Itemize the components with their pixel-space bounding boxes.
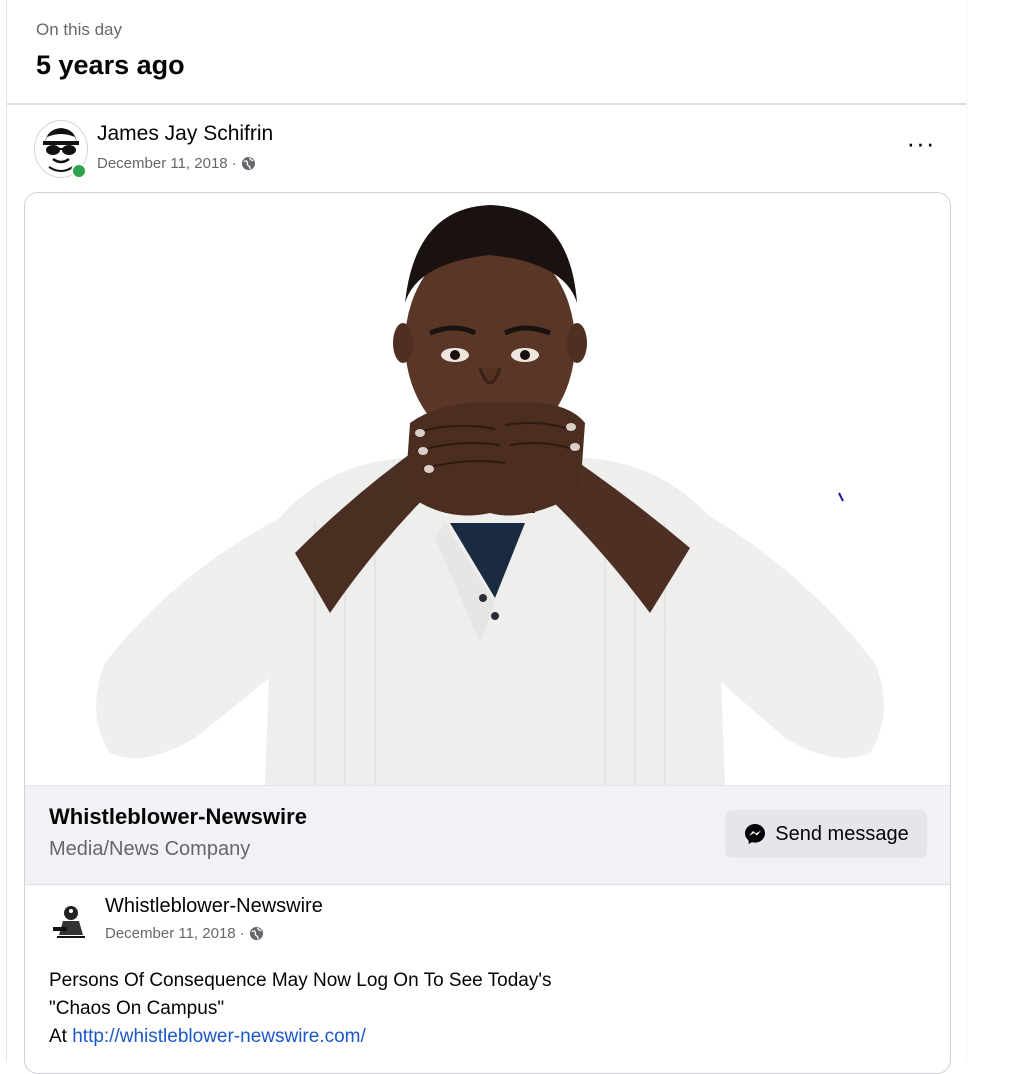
globe-icon — [241, 156, 255, 171]
post-photo[interactable] — [25, 193, 950, 785]
shared-text-prefix: At — [49, 1026, 73, 1047]
shared-post: Whistleblower-Newswire December 11, 2018… — [25, 883, 950, 1073]
post-author-name[interactable]: James Jay Schifrin — [97, 122, 273, 146]
right-border — [966, 0, 967, 1062]
meta-separator: · — [231, 155, 237, 172]
page-link-bar[interactable]: Whistleblower-Newswire Media/News Compan… — [25, 785, 950, 885]
post-header: James Jay Schifrin December 11, 2018 · ·… — [34, 120, 944, 180]
page-category: Media/News Company — [49, 838, 251, 860]
memory-eyebrow: On this day — [36, 20, 122, 39]
shared-text-line-1: Persons Of Consequence May Now Log On To… — [49, 970, 552, 991]
memory-title: 5 years ago — [36, 50, 185, 80]
link-card[interactable]: Whistleblower-Newswire Media/News Compan… — [24, 192, 951, 1074]
shared-post-link[interactable]: http://whistleblower-newswire.com/ — [72, 1026, 366, 1047]
memory-header: On this day 5 years ago — [36, 20, 185, 81]
shared-post-text: Persons Of Consequence May Now Log On To… — [49, 967, 909, 1051]
messenger-icon — [745, 824, 766, 844]
shared-text-line-3: At http://whistleblower-newswire.com/ — [49, 1023, 909, 1051]
more-options-button[interactable]: ··· — [906, 130, 936, 158]
shared-author-avatar[interactable] — [49, 901, 91, 945]
post-meta: December 11, 2018 · — [97, 155, 256, 172]
shared-post-meta: December 11, 2018 · — [105, 925, 264, 942]
header-divider — [7, 103, 966, 105]
globe-icon — [249, 926, 263, 941]
whistleblower-logo-icon — [49, 901, 91, 945]
man-covering-mouth-photo — [25, 193, 950, 785]
send-message-button[interactable]: Send message — [725, 810, 927, 858]
online-status-dot — [71, 163, 87, 179]
shared-author-name[interactable]: Whistleblower-Newswire — [105, 895, 323, 918]
meta-separator: · — [239, 925, 245, 942]
shared-text-line-2: "Chaos On Campus" — [49, 998, 225, 1019]
left-border — [6, 0, 7, 1062]
post-date[interactable]: December 11, 2018 — [97, 155, 228, 172]
page-name[interactable]: Whistleblower-Newswire — [49, 804, 307, 830]
shared-post-date[interactable]: December 11, 2018 — [105, 925, 236, 942]
send-message-label: Send message — [775, 822, 909, 845]
